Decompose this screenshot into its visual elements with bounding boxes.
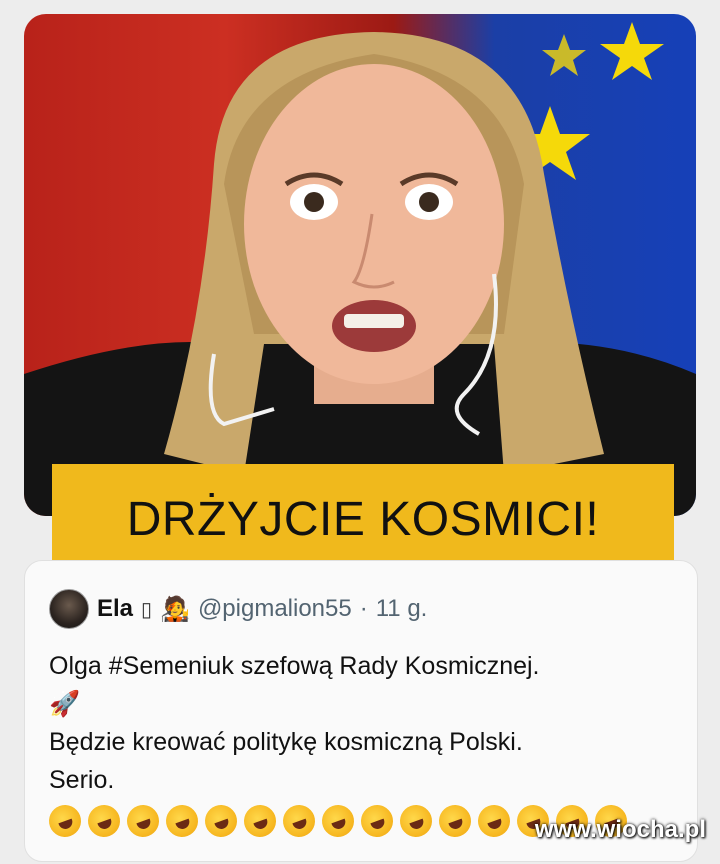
rolling-on-floor-laughing-icon xyxy=(317,800,359,842)
avatar[interactable] xyxy=(49,589,89,629)
headline-banner: DRŻYJCIE KOSMICI! xyxy=(52,464,674,574)
rolling-on-floor-laughing-icon xyxy=(473,800,515,842)
headline-text: DRŻYJCIE KOSMICI! xyxy=(126,492,600,546)
tweet-time[interactable]: 11 g. xyxy=(376,595,428,623)
news-photo xyxy=(24,14,696,516)
rolling-on-floor-laughing-icon xyxy=(44,800,86,842)
tweet-line: Będzie kreować politykę kosmiczną Polski… xyxy=(49,728,523,756)
photo-illustration xyxy=(24,22,696,516)
name-glyph: ▯ xyxy=(141,598,153,621)
watermark: www.wiocha.pl xyxy=(534,816,706,843)
author-emoji: 🧑‍🎤 xyxy=(160,595,190,623)
tweet-text: Olga #Semeniuk szefową Rady Kosmicznej. … xyxy=(49,647,689,799)
rolling-on-floor-laughing-icon xyxy=(239,800,281,842)
tweet-header: Ela ▯ 🧑‍🎤 @pigmalion55 · 11 g. xyxy=(49,589,427,629)
rolling-on-floor-laughing-icon xyxy=(356,800,398,842)
separator: · xyxy=(359,595,368,622)
rolling-on-floor-laughing-icon xyxy=(200,800,242,842)
rolling-on-floor-laughing-icon xyxy=(395,800,437,842)
rolling-on-floor-laughing-icon xyxy=(278,800,320,842)
rolling-on-floor-laughing-icon xyxy=(434,800,476,842)
rolling-on-floor-laughing-icon xyxy=(122,800,164,842)
author-name[interactable]: Ela xyxy=(97,595,133,623)
rolling-on-floor-laughing-icon xyxy=(161,800,203,842)
rocket-icon: 🚀 xyxy=(49,690,81,718)
tweet-line: Serio. xyxy=(49,766,115,794)
tweet-line: Olga #Semeniuk szefową Rady Kosmicznej. xyxy=(49,652,540,680)
eu-star xyxy=(542,34,586,76)
rolling-on-floor-laughing-icon xyxy=(83,800,125,842)
eu-star xyxy=(600,22,664,80)
author-handle[interactable]: @pigmalion55 xyxy=(198,595,352,623)
